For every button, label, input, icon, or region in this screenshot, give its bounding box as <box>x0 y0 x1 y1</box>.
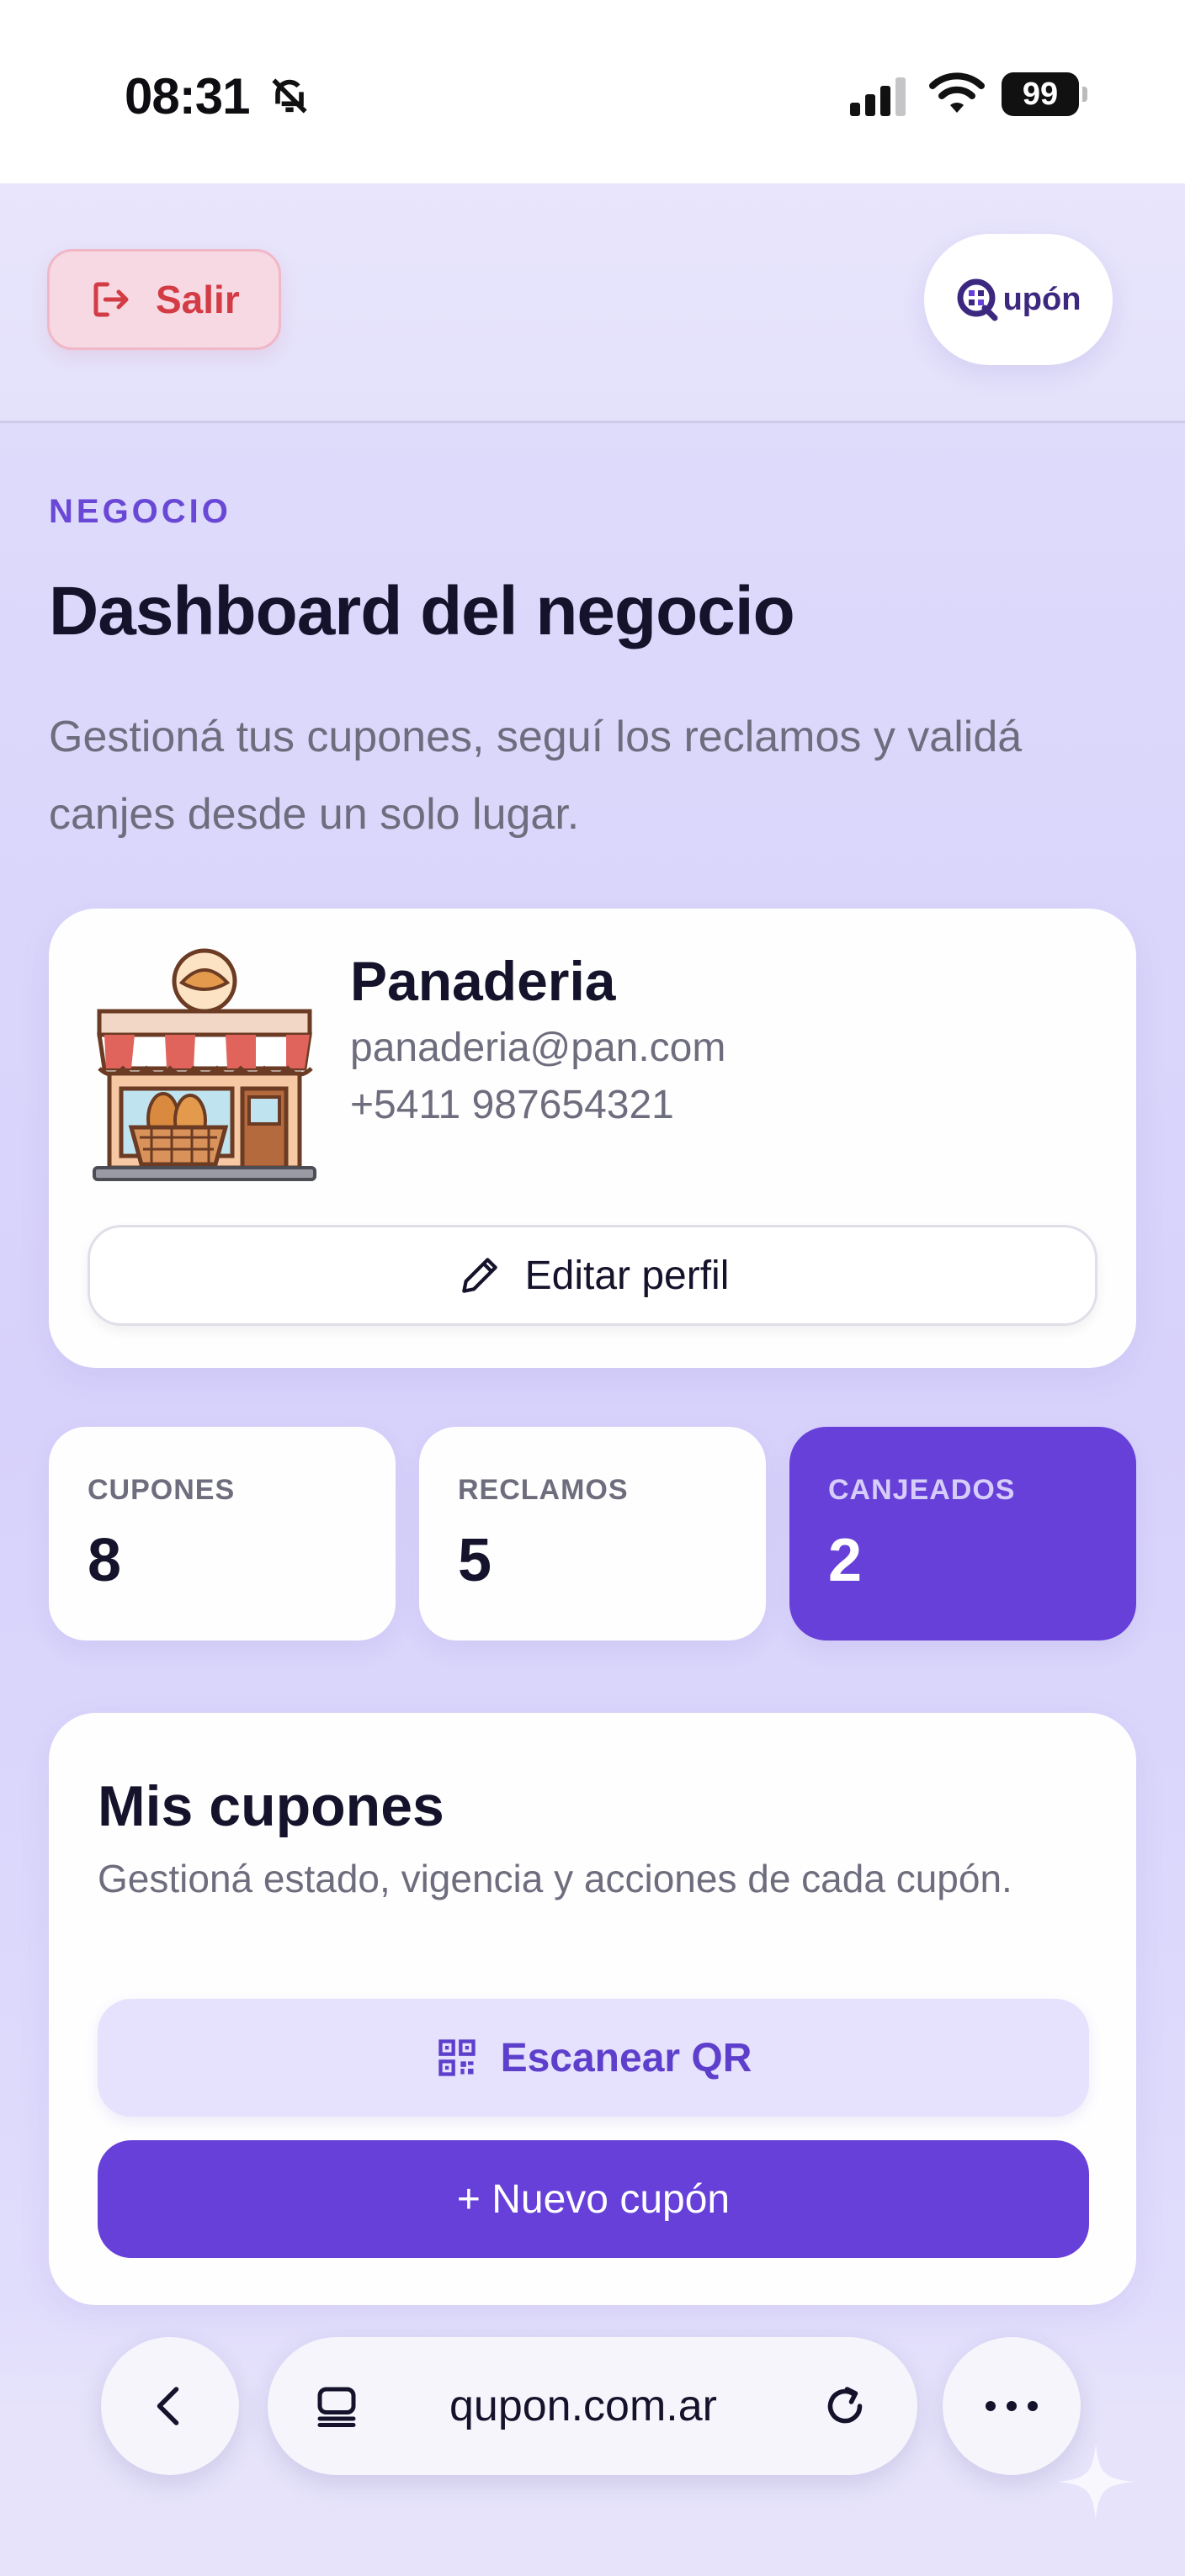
logout-button[interactable]: Salir <box>47 249 281 350</box>
stat-label: CANJEADOS <box>828 1474 1016 1506</box>
chevron-left-icon <box>157 2387 179 2425</box>
stat-value: 2 <box>828 1527 863 1594</box>
qupon-logo[interactable]: upón <box>924 234 1113 365</box>
business-email: panaderia@pan.com <box>350 1026 726 1070</box>
sparkle-icon <box>1058 2444 1134 2520</box>
browser-back-button[interactable] <box>101 2337 239 2475</box>
more-dots-icon <box>986 2401 1038 2411</box>
reload-icon[interactable] <box>820 2381 870 2431</box>
logout-icon <box>93 282 129 317</box>
logo-wordmark: upón <box>1002 281 1081 317</box>
url-text: qupon.com.ar <box>449 2382 717 2430</box>
page-title: Dashboard del negocio <box>49 573 795 649</box>
stat-card-cupones[interactable]: CUPONES 8 <box>49 1427 396 1640</box>
section-eyebrow: NEGOCIO <box>49 493 231 530</box>
stat-card-reclamos[interactable]: RECLAMOS 5 <box>419 1427 766 1640</box>
qr-code-icon <box>438 2039 476 2076</box>
stat-value: 8 <box>88 1527 122 1594</box>
stat-label: RECLAMOS <box>458 1474 629 1506</box>
stat-card-canjeados[interactable]: CANJEADOS 2 <box>789 1427 1136 1640</box>
new-coupon-button[interactable]: + Nuevo cupón <box>98 2140 1089 2258</box>
qupon-logo-mark-icon <box>957 278 998 321</box>
coupons-subtitle: Gestioná estado, vigencia y acciones de … <box>98 1857 1012 1900</box>
tabs-icon <box>317 2387 356 2427</box>
status-bar: 08:31 99 <box>0 0 1185 183</box>
coupons-title: Mis cupones <box>98 1774 444 1838</box>
my-coupons-card: Mis cupones Gestioná estado, vigencia y … <box>49 1713 1136 2305</box>
new-coupon-label: + Nuevo cupón <box>456 2176 731 2222</box>
edit-profile-label: Editar perfil <box>524 1253 730 1298</box>
stat-value: 5 <box>458 1527 492 1594</box>
cellular-signal-icon <box>850 77 906 116</box>
business-phone: +5411 987654321 <box>350 1083 674 1127</box>
logout-label: Salir <box>156 278 240 321</box>
business-name: Panaderia <box>350 950 616 1012</box>
pencil-icon <box>461 1258 497 1293</box>
business-profile-card: Panaderia panaderia@pan.com +5411 987654… <box>49 909 1136 1368</box>
scan-qr-button[interactable]: Escanear QR <box>98 1999 1089 2117</box>
status-time: 08:31 <box>125 68 250 125</box>
address-bar[interactable]: qupon.com.ar <box>268 2337 917 2475</box>
muted-bell-icon <box>272 78 307 114</box>
edit-profile-button[interactable]: Editar perfil <box>88 1225 1097 1326</box>
scan-qr-label: Escanear QR <box>500 2035 752 2080</box>
wifi-icon <box>929 72 985 113</box>
stat-label: CUPONES <box>88 1474 236 1506</box>
battery-indicator: 99 <box>1002 72 1087 116</box>
page-subtitle: Gestioná tus cupones, seguí los reclamos… <box>49 713 1023 839</box>
bakery-shop-icon <box>93 948 316 1181</box>
